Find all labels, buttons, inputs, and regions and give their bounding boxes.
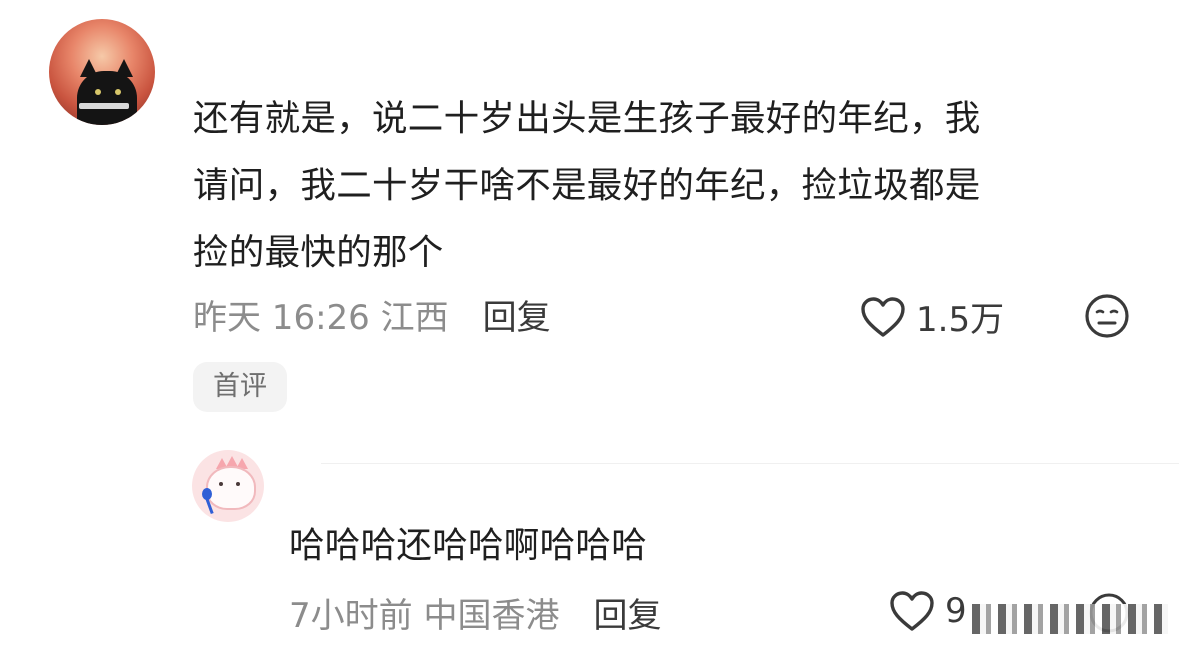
avatar-eye: [219, 482, 223, 486]
heart-outline-icon: [890, 591, 934, 631]
like-count: 9: [945, 591, 967, 631]
reply-button[interactable]: 回复: [483, 290, 551, 339]
comment-text: 哈哈哈还哈哈啊哈哈哈: [289, 525, 648, 566]
neutral-face-icon[interactable]: [1084, 293, 1130, 339]
avatar-eye: [236, 482, 240, 486]
like-button[interactable]: 9: [889, 590, 967, 632]
heart-outline-icon: [861, 296, 905, 337]
cat-eye: [95, 89, 101, 95]
like-count: 1.5万: [916, 300, 1005, 340]
user-avatar[interactable]: [192, 450, 264, 522]
comment-meta: 昨天 16:26 江西 回复: [193, 290, 551, 338]
user-avatar[interactable]: [49, 19, 155, 125]
comment-list: 还有就是，说二十岁出头是生孩子最好的年纪，我 请问，我二十岁干啥不是最好的年纪，…: [0, 0, 1179, 651]
first-comment-badge: 首评: [193, 362, 287, 412]
watermark-overlay: [972, 604, 1168, 634]
cat-eye: [115, 89, 121, 95]
comment-time-location: 昨天 16:26 江西: [193, 297, 449, 338]
avatar-face: [206, 466, 256, 510]
divider: [321, 463, 1179, 464]
comment-meta: 7小时前 中国香港 回复: [289, 588, 661, 636]
reply-button[interactable]: 回复: [593, 588, 661, 637]
comment-time-location: 7小时前 中国香港: [289, 595, 560, 636]
cat-silhouette: [77, 71, 137, 125]
comment-text: 还有就是，说二十岁出头是生孩子最好的年纪，我 请问，我二十岁干啥不是最好的年纪，…: [193, 98, 981, 273]
like-button[interactable]: 1.5万: [860, 292, 1004, 341]
knife-graphic: [79, 103, 129, 109]
